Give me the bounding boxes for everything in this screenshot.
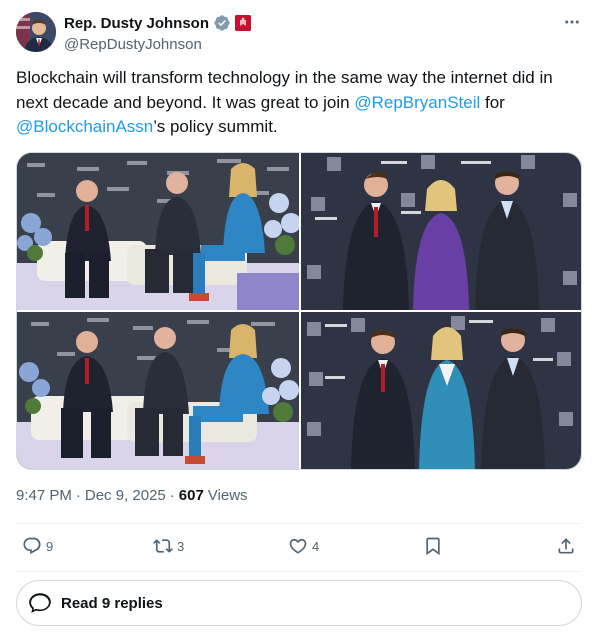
divider [16, 571, 582, 572]
like-button[interactable]: 4 [288, 536, 319, 556]
bookmark-button[interactable] [423, 536, 443, 556]
tweet-date[interactable]: Dec 9, 2025 [85, 487, 166, 504]
tweet-text-part: ’s policy summit. [153, 117, 278, 136]
share-button[interactable] [556, 536, 576, 556]
views-label: Views [207, 487, 248, 504]
action-bar: 9 3 4 [16, 536, 582, 562]
read-replies-button[interactable]: Read 9 replies [16, 580, 582, 626]
media-grid [16, 152, 582, 470]
photo-1[interactable] [17, 153, 299, 310]
author-display-name[interactable]: Rep. Dusty Johnson [64, 15, 209, 32]
more-options-icon[interactable] [562, 12, 582, 32]
heart-icon [289, 538, 307, 554]
photo-2[interactable] [301, 153, 581, 310]
like-count: 4 [312, 538, 320, 554]
read-replies-label: Read 9 replies [61, 594, 163, 612]
mention-link[interactable]: @RepBryanSteil [354, 93, 480, 112]
author-avatar[interactable] [16, 12, 56, 52]
views-count[interactable]: 607 [179, 487, 204, 504]
tweet-header: Rep. Dusty Johnson @RepDustyJohnson [16, 12, 582, 56]
meta-separator: · [75, 487, 81, 504]
meta-separator: · [169, 487, 175, 504]
chat-bubble-icon [29, 593, 51, 613]
verified-badge-icon[interactable] [213, 14, 231, 32]
tweet-text-part: for [480, 92, 505, 112]
photo-3[interactable] [17, 312, 299, 469]
tweet-meta: 9:47 PM · Dec 9, 2025 · 607 Views [16, 487, 248, 504]
reply-button[interactable]: 9 [22, 536, 53, 556]
photo-4[interactable] [301, 312, 581, 469]
bookmark-icon [426, 537, 440, 556]
government-affiliation-icon[interactable] [235, 15, 252, 31]
repost-count: 3 [177, 538, 185, 554]
tweet-time[interactable]: 9:47 PM [16, 487, 72, 504]
author-names: Rep. Dusty Johnson @RepDustyJohnson [64, 13, 252, 53]
mention-link[interactable]: @BlockchainAssn [16, 117, 153, 136]
reply-icon [23, 537, 41, 555]
tweet-text: Blockchain will transform technology in … [16, 66, 582, 140]
author-handle[interactable]: @RepDustyJohnson [64, 36, 251, 53]
repost-button[interactable]: 3 [153, 536, 184, 556]
share-icon [558, 538, 574, 554]
repost-icon [153, 539, 173, 553]
reply-count: 9 [46, 538, 54, 554]
divider [16, 523, 582, 524]
